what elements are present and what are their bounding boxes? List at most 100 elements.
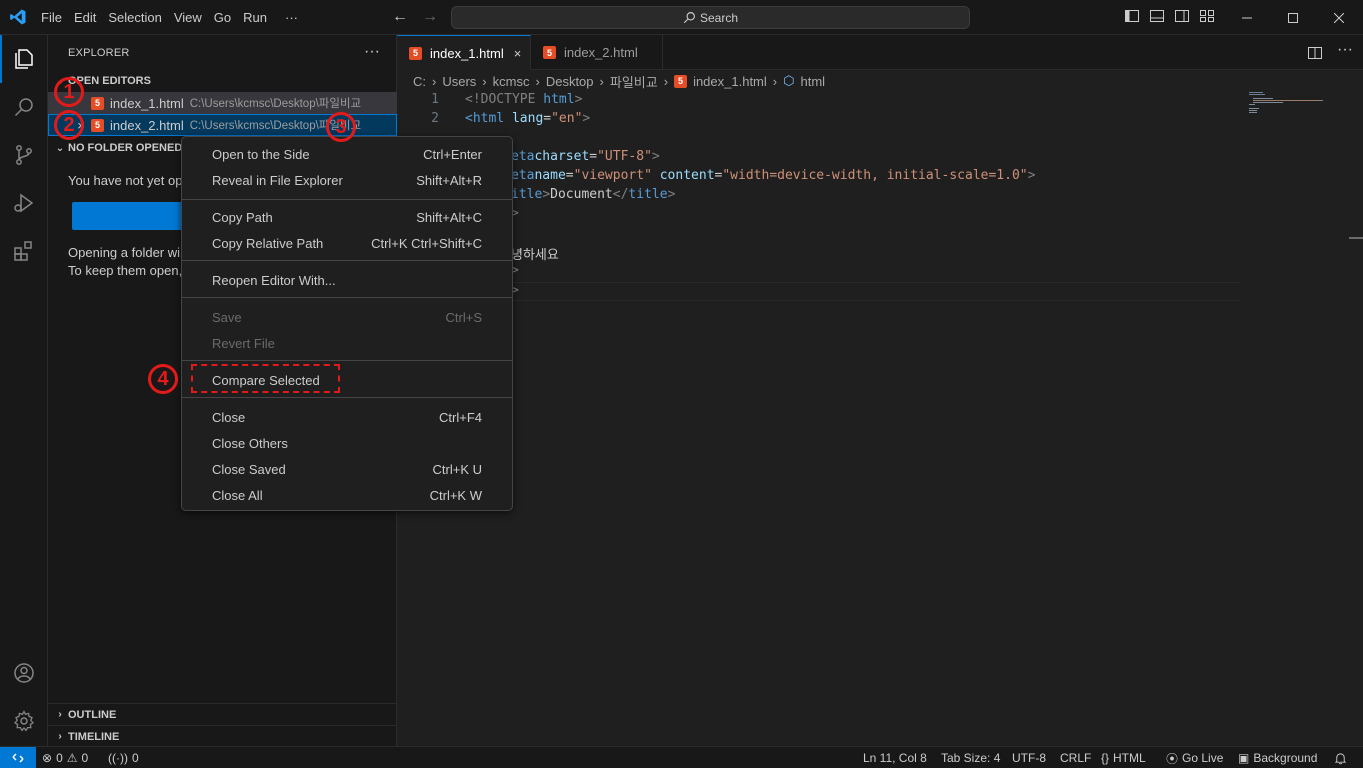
warning-count: 0 (81, 751, 89, 765)
menu-more[interactable]: ··· (279, 0, 304, 35)
menu-item-label: Close Others (212, 435, 288, 451)
chevron-right-icon: › (482, 73, 487, 89)
menu-file[interactable]: File (35, 0, 68, 35)
code-token: > (574, 92, 583, 107)
minimize-button[interactable] (1224, 0, 1270, 35)
extensions-icon[interactable] (0, 227, 48, 275)
background-button[interactable]: ▣ Background (1238, 747, 1317, 768)
code-editor[interactable]: 1 <!DOCTYPE html> 2 <html lang="en"> eta… (397, 92, 1363, 746)
explorer-icon[interactable] (0, 35, 48, 83)
notifications-bell-icon[interactable] (1334, 747, 1347, 768)
breadcrumb-item[interactable]: Users (442, 74, 476, 89)
menu-bar: File Edit Selection View Go Run ··· (35, 0, 304, 35)
breadcrumb-item[interactable]: Desktop (546, 74, 594, 89)
menu-close[interactable]: Close Ctrl+F4 (186, 404, 508, 430)
breadcrumb-item[interactable]: kcmsc (493, 74, 530, 89)
menu-edit[interactable]: Edit (68, 0, 102, 35)
menu-go[interactable]: Go (208, 0, 237, 35)
language-mode[interactable]: {} HTML (1101, 747, 1146, 768)
html-file-icon: 5 (91, 96, 104, 110)
timeline-header[interactable]: › TIMELINE (48, 725, 397, 747)
maximize-button[interactable] (1270, 0, 1316, 35)
problems-indicator[interactable]: ⊗ 0 ⚠ 0 (42, 747, 88, 768)
context-menu: Open to the Side Ctrl+Enter Reveal in Fil… (181, 136, 513, 511)
code-token: > (582, 111, 591, 126)
tab-size[interactable]: Tab Size: 4 (941, 747, 1000, 768)
search-label: Search (699, 10, 739, 25)
outline-header[interactable]: › OUTLINE (48, 703, 397, 725)
breadcrumb-item[interactable]: html (800, 74, 825, 89)
code-line: eta charset = "UTF-8" > (511, 149, 1363, 168)
toggle-primary-sidebar-icon[interactable] (1124, 8, 1140, 24)
run-debug-icon[interactable] (0, 179, 48, 227)
code-line: > (511, 206, 1363, 225)
end-of-line[interactable]: CRLF (1060, 747, 1091, 768)
encoding[interactable]: UTF-8 (1012, 747, 1046, 768)
accounts-icon[interactable] (0, 649, 48, 697)
open-editors-header[interactable]: ⌄ OPEN EDITORS (48, 70, 397, 92)
menu-open-to-side[interactable]: Open to the Side Ctrl+Enter (186, 141, 508, 167)
close-icon[interactable]: × (514, 46, 522, 61)
command-center-search[interactable]: Search (451, 6, 970, 29)
menu-item-label: Revert File (212, 335, 275, 351)
menu-reveal-in-explorer[interactable]: Reveal in File Explorer Shift+Alt+R (186, 167, 508, 193)
menu-item-shortcut: Ctrl+K W (429, 487, 482, 503)
breadcrumb-item[interactable]: C: (413, 74, 426, 89)
menu-reopen-editor-with[interactable]: Reopen Editor With... (186, 267, 508, 293)
toggle-secondary-sidebar-icon[interactable] (1174, 8, 1190, 24)
explorer-more-actions[interactable]: ··· (364, 43, 380, 61)
customize-layout-icon[interactable] (1199, 8, 1215, 24)
ports-count: 0 (131, 751, 139, 765)
menu-selection[interactable]: Selection (102, 0, 167, 35)
search-activity-icon[interactable] (0, 83, 48, 131)
toggle-panel-icon[interactable] (1149, 8, 1165, 24)
source-control-icon[interactable] (0, 131, 48, 179)
menu-view[interactable]: View (168, 0, 208, 35)
remote-indicator-icon[interactable] (0, 747, 36, 768)
menu-separator (182, 260, 512, 261)
code-token: > (667, 187, 676, 202)
menu-item-label: Reopen Editor With... (212, 272, 336, 288)
broadcast-icon: ((·)) (108, 751, 128, 765)
manage-gear-icon[interactable] (0, 697, 48, 745)
annotation-badge-3: 3 (326, 112, 356, 142)
breadcrumb-item[interactable]: 파일비교 (610, 72, 658, 91)
breadcrumb-item[interactable]: index_1.html (693, 74, 767, 89)
menu-item-shortcut: Ctrl+S (445, 309, 482, 325)
no-folder-label: NO FOLDER OPENED (68, 142, 183, 154)
menu-item-shortcut: Ctrl+K U (432, 461, 482, 477)
forward-arrow-icon[interactable]: → (422, 8, 438, 26)
chevron-right-icon: › (535, 73, 540, 89)
error-icon: ⊗ (42, 751, 53, 765)
code-line: eta name = "viewport" content = "width=devic… (511, 168, 1363, 187)
back-arrow-icon[interactable]: ← (392, 8, 408, 26)
vertical-scrollbar[interactable] (1349, 92, 1363, 746)
code-token: = (543, 111, 552, 126)
go-live-button[interactable]: ⦿ Go Live (1166, 747, 1223, 768)
menu-close-saved[interactable]: Close Saved Ctrl+K U (186, 456, 508, 482)
timeline-label: TIMELINE (68, 730, 120, 743)
tab-index-1[interactable]: 5 index_1.html × (397, 35, 531, 70)
menu-run[interactable]: Run (237, 0, 273, 35)
open-editor-path: C:\Users\kcmsc\Desktop\파일비교 (189, 98, 362, 110)
menu-close-all[interactable]: Close All Ctrl+K W (186, 482, 508, 508)
annotation-badge-2: 2 (54, 110, 84, 140)
open-editor-item-index-1[interactable]: 5 index_1.html C:\Users\kcmsc\Desktop\파일… (48, 92, 397, 114)
ports-indicator[interactable]: ((·)) 0 (108, 747, 139, 768)
menu-copy-path[interactable]: Copy Path Shift+Alt+C (186, 204, 508, 230)
code-token: lang (511, 111, 544, 126)
cursor-position[interactable]: Ln 11, Col 8 (863, 747, 927, 768)
explorer-title: EXPLORER (68, 47, 130, 59)
editor-more-actions[interactable]: ··· (1337, 41, 1353, 59)
menu-copy-relative-path[interactable]: Copy Relative Path Ctrl+K Ctrl+Shift+C (186, 230, 508, 256)
background-label: Background (1253, 751, 1318, 765)
tab-index-2[interactable]: 5 index_2.html (531, 35, 663, 70)
menu-item-shortcut: Ctrl+F4 (439, 409, 482, 425)
minimap[interactable] (1245, 92, 1325, 132)
menu-item-label: Copy Path (212, 209, 273, 225)
close-window-button[interactable] (1316, 0, 1362, 35)
menu-close-others[interactable]: Close Others (186, 430, 508, 456)
split-editor-icon[interactable] (1307, 45, 1323, 64)
annotation-badge-4: 4 (148, 364, 178, 394)
error-count: 0 (56, 751, 63, 765)
